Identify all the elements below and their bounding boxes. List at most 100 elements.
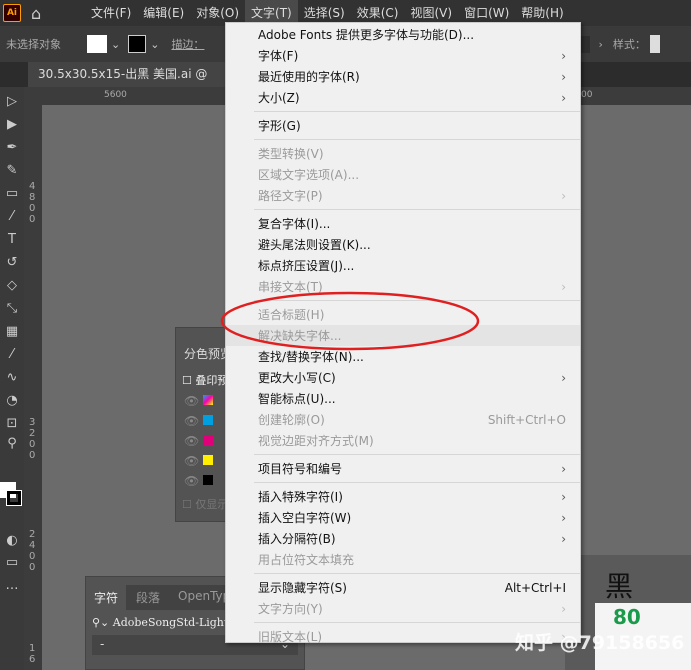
ruler-label: 4800 xyxy=(29,181,36,225)
menu-item[interactable]: 字体(F) › xyxy=(226,45,580,66)
menu-item-label: 插入特殊字符(I) xyxy=(258,490,343,504)
type-tool-icon[interactable]: T xyxy=(3,231,21,249)
document-tab[interactable]: 30.5x30.5x15-出黑 美国.ai @ 4.17 xyxy=(28,62,228,106)
tab-character[interactable]: 字符 xyxy=(86,585,127,610)
search-icon: ⚲⌄ xyxy=(92,616,113,629)
yellow-swatch xyxy=(203,455,214,465)
menu-item[interactable]: 字形(G) xyxy=(226,115,580,136)
chevron-right-icon[interactable]: › xyxy=(598,38,602,51)
chevron-down-icon[interactable]: ⌄ xyxy=(150,38,159,51)
menu-item-label: 复合字体(I)... xyxy=(258,217,331,231)
stroke-label[interactable]: 描边： xyxy=(171,36,204,52)
more-tools-icon[interactable]: … xyxy=(3,577,21,595)
menu-item-label: 避头尾法则设置(K)... xyxy=(258,238,371,252)
blend-tool-icon[interactable]: ∿ xyxy=(3,369,21,387)
menu-item[interactable]: 项目符号和编号 › xyxy=(226,458,580,479)
stroke-color-icon[interactable] xyxy=(6,490,22,506)
submenu-arrow-icon: › xyxy=(561,461,566,476)
menu-item-label: 大小(Z) xyxy=(258,91,300,105)
menu-item: 类型转换(V) xyxy=(226,143,580,164)
menu-item-label: 用占位符文本填充 xyxy=(258,553,355,567)
menu-item[interactable]: 避头尾法则设置(K)... xyxy=(226,234,580,255)
menu-item[interactable]: 大小(Z) › xyxy=(226,87,580,108)
menu-item[interactable]: 复合字体(I)... xyxy=(226,213,580,234)
cyan-swatch xyxy=(203,415,214,425)
menu-item[interactable]: 更改大小写(C) › xyxy=(226,367,580,388)
eyedropper-tool-icon[interactable]: ⁄ xyxy=(3,346,21,364)
direct-selection-tool-icon[interactable]: ▶ xyxy=(3,116,21,134)
eraser-tool-icon[interactable]: ◇ xyxy=(3,277,21,295)
artboard-tool-icon[interactable]: ⊡ xyxy=(3,415,21,433)
menu-item-label: 创建轮廓(O) xyxy=(258,413,325,427)
only-show-label: 仅显示 xyxy=(195,498,229,511)
menu-separator xyxy=(226,479,580,486)
style-swatch[interactable] xyxy=(649,35,660,53)
menu-item[interactable]: 标点挤压设置(J)... xyxy=(226,255,580,276)
submenu-arrow-icon: › xyxy=(561,531,566,546)
menu-item: 文字方向(Y) › xyxy=(226,598,580,619)
watermark: 知乎 @79158656 xyxy=(515,632,685,654)
font-name: AdobeSongStd-Light- xyxy=(112,616,233,629)
menu-item: 区域文字选项(A)... xyxy=(226,164,580,185)
menu-item-label: 字体(F) xyxy=(258,49,299,63)
menu-file[interactable]: 文件(F) xyxy=(85,0,137,26)
menu-item[interactable]: Adobe Fonts 提供更多字体与功能(D)... xyxy=(226,24,580,45)
menu-item-label: 路径文字(P) xyxy=(258,189,323,203)
submenu-arrow-icon: › xyxy=(561,69,566,84)
menu-item: 视觉边距对齐方式(M) xyxy=(226,430,580,451)
vertical-ruler: 4800 3200 2400 16 xyxy=(24,105,42,670)
paintbrush-tool-icon[interactable]: ⁄ xyxy=(3,208,21,226)
menu-item-label: 标点挤压设置(J)... xyxy=(258,259,355,273)
magenta-swatch xyxy=(203,435,214,445)
chevron-down-icon[interactable]: ⌄ xyxy=(111,38,120,51)
menu-item: 用占位符文本填充 xyxy=(226,549,580,570)
submenu-arrow-icon: › xyxy=(561,601,566,616)
menu-item[interactable]: 插入特殊字符(I) › xyxy=(226,486,580,507)
menu-separator xyxy=(226,570,580,577)
menu-item[interactable]: 插入空白字符(W) › xyxy=(226,507,580,528)
menu-item[interactable]: 最近使用的字体(R) › xyxy=(226,66,580,87)
shape-builder-tool-icon[interactable]: ◔ xyxy=(3,392,21,410)
tools-panel: ▷ ▶ ✒ ✎ ▭ ⁄ T ↺ ◇ ⤡ ▦ ⁄ ∿ ◔ ⊡ ⚲ ◐ ▭ … xyxy=(0,87,24,670)
menu-separator xyxy=(226,619,580,626)
menu-separator xyxy=(226,206,580,213)
pen-tool-icon[interactable]: ✒ xyxy=(3,139,21,157)
fill-swatch[interactable] xyxy=(87,35,107,53)
menu-item-shortcut: Shift+Ctrl+O xyxy=(487,412,566,427)
red-annotation-ellipse xyxy=(220,291,480,351)
submenu-arrow-icon: › xyxy=(561,90,566,105)
gradient-tool-icon[interactable]: ▦ xyxy=(3,323,21,341)
artboard-title-char: 黑 xyxy=(605,570,634,603)
ruler-label: 00 xyxy=(581,90,593,100)
menu-item-label: 区域文字选项(A)... xyxy=(258,168,360,182)
menu-item-label: 旧版文本(L) xyxy=(258,630,323,644)
submenu-arrow-icon: › xyxy=(561,279,566,294)
menu-item[interactable]: 插入分隔符(B) › xyxy=(226,528,580,549)
tab-paragraph[interactable]: 段落 xyxy=(126,585,170,610)
menu-item[interactable]: 智能标点(U)... xyxy=(226,388,580,409)
black-swatch xyxy=(203,475,214,485)
submenu-arrow-icon: › xyxy=(561,48,566,63)
menu-edit[interactable]: 编辑(E) xyxy=(137,0,190,26)
ruler-label: 5600 xyxy=(104,90,127,100)
draw-mode-icon[interactable]: ◐ xyxy=(3,532,21,550)
menu-item-label: 最近使用的字体(R) xyxy=(258,70,360,84)
artboard-number: 80 xyxy=(613,605,641,629)
zoom-tool-icon[interactable]: ⚲ xyxy=(3,435,21,453)
scale-tool-icon[interactable]: ⤡ xyxy=(3,300,21,318)
menu-item-label: 类型转换(V) xyxy=(258,147,324,161)
rectangle-tool-icon[interactable]: ▭ xyxy=(3,185,21,203)
menu-item-label: 字形(G) xyxy=(258,119,301,133)
rotate-tool-icon[interactable]: ↺ xyxy=(3,254,21,272)
submenu-arrow-icon: › xyxy=(561,489,566,504)
screen-mode-icon[interactable]: ▭ xyxy=(3,554,21,572)
menu-item: 路径文字(P) › xyxy=(226,185,580,206)
menu-item[interactable]: 显示隐藏字符(S) Alt+Ctrl+I xyxy=(226,577,580,598)
curvature-tool-icon[interactable]: ✎ xyxy=(3,162,21,180)
menu-item: 创建轮廓(O) Shift+Ctrl+O xyxy=(226,409,580,430)
stroke-swatch[interactable] xyxy=(128,35,147,53)
menu-item-label: 插入空白字符(W) xyxy=(258,511,352,525)
selection-tool-icon[interactable]: ▷ xyxy=(3,93,21,111)
home-icon[interactable]: ⌂ xyxy=(31,4,51,23)
submenu-arrow-icon: › xyxy=(561,188,566,203)
